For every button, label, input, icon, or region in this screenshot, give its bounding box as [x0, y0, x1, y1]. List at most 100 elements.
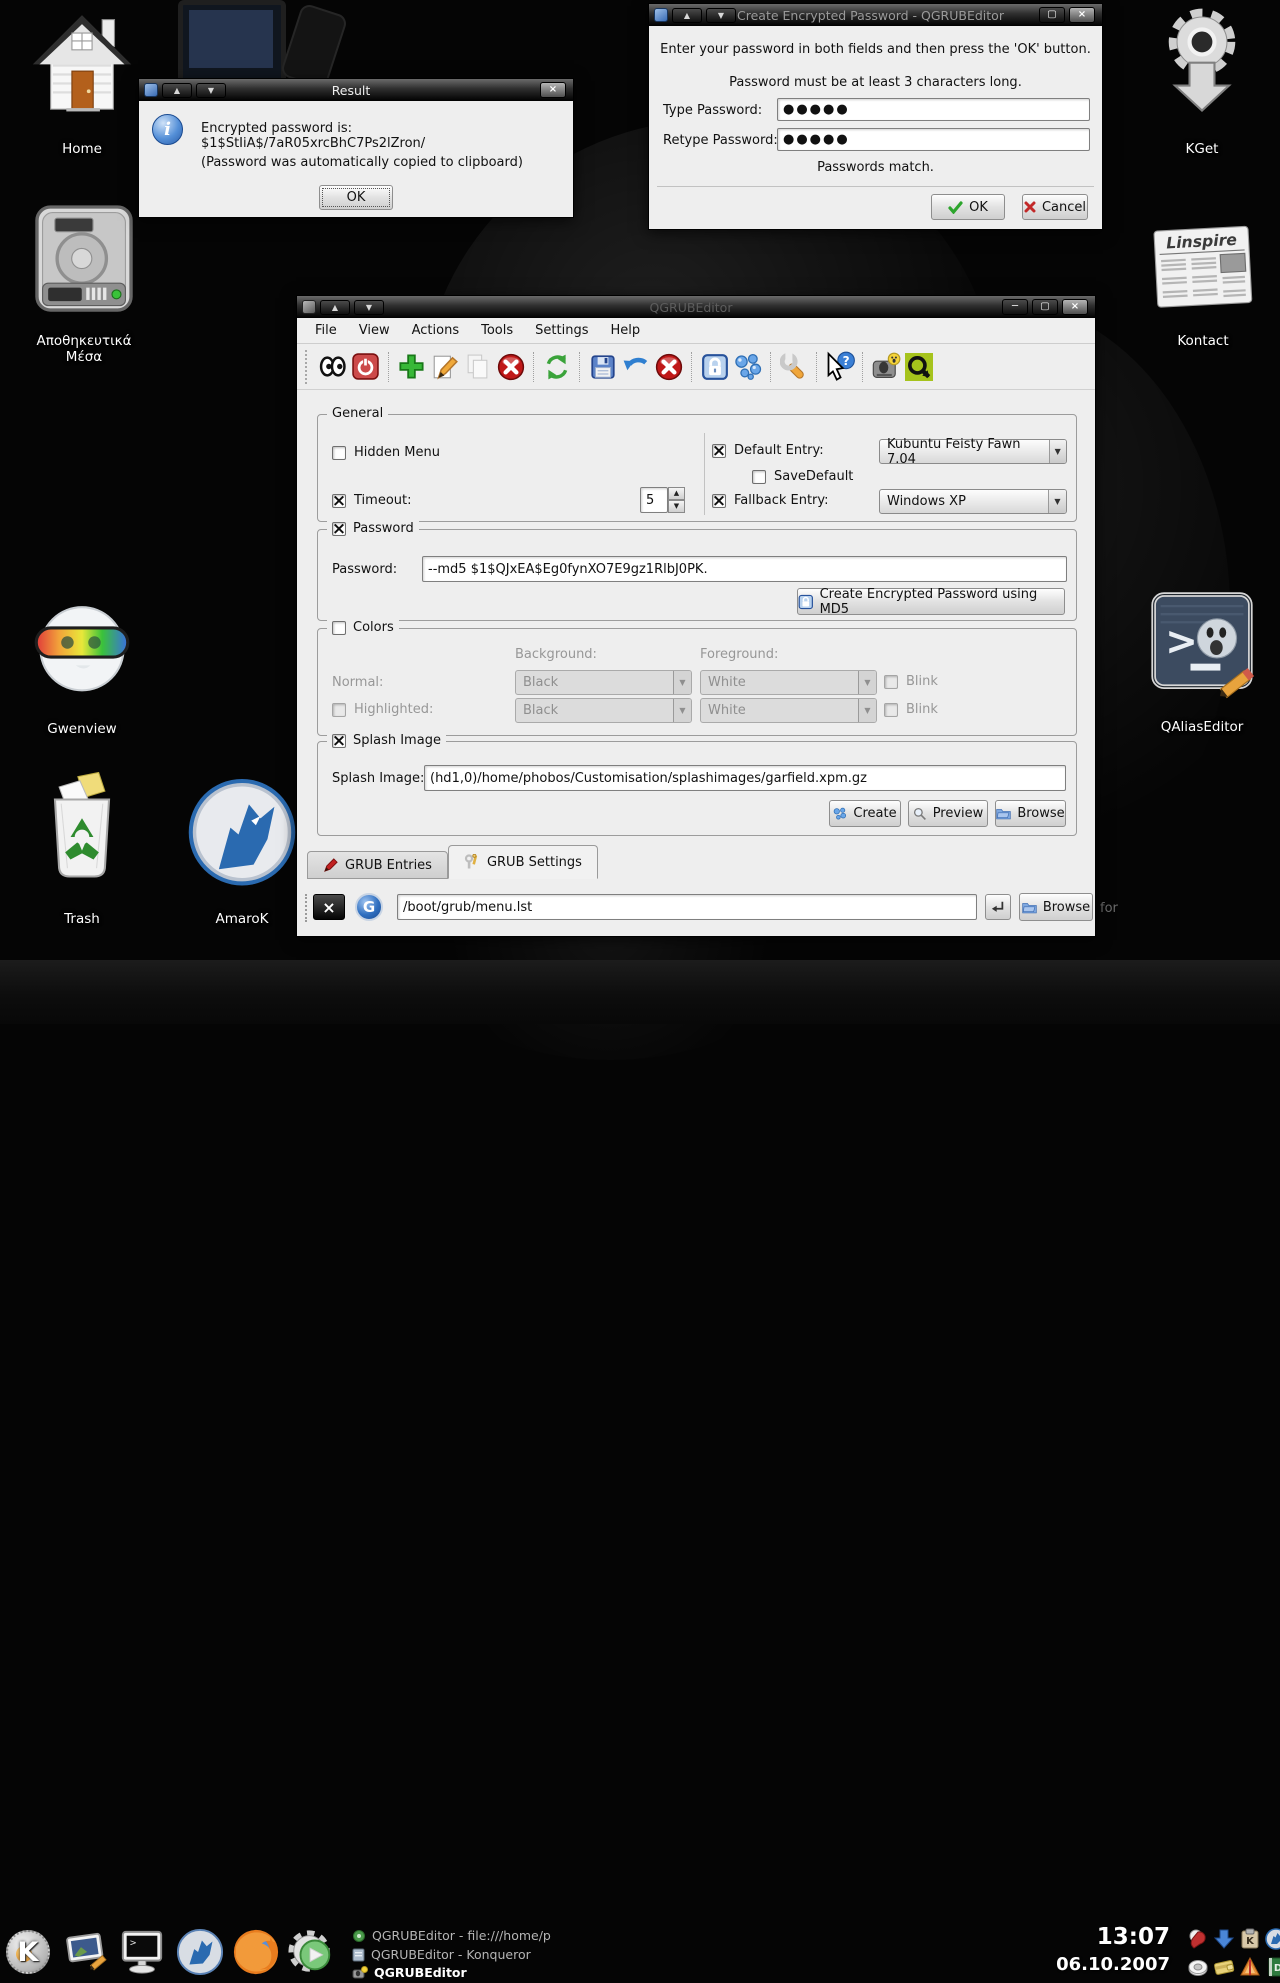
- shade-button[interactable]: ▲: [672, 8, 702, 23]
- default-entry-row: Default Entry:: [712, 443, 824, 458]
- menu-view[interactable]: View: [349, 320, 400, 341]
- close-button[interactable]: ×: [1062, 299, 1088, 315]
- maximize-button[interactable]: ▢: [1032, 299, 1058, 315]
- splash-browse-button[interactable]: Browse: [995, 800, 1066, 827]
- encrypted-password-lock-icon[interactable]: [698, 350, 731, 384]
- device-alias-icon[interactable]: [869, 350, 902, 384]
- launcher-firefox[interactable]: [232, 1928, 280, 1976]
- fallback-entry-combo[interactable]: Windows XP ▼: [879, 489, 1067, 514]
- clock-date[interactable]: 06.10.2007: [1020, 1954, 1170, 1975]
- cancel-button[interactable]: Cancel: [1022, 194, 1088, 220]
- tray-kopete-icon[interactable]: [1186, 1927, 1209, 1950]
- splash-image-input[interactable]: [424, 765, 1066, 791]
- titlebar[interactable]: ▲ ▼ Result ×: [139, 79, 573, 101]
- discard-icon[interactable]: [652, 350, 685, 384]
- desktop-icon-home[interactable]: Home: [20, 6, 144, 157]
- hidden-menu-label: Hidden Menu: [354, 445, 440, 460]
- titlebar[interactable]: ▲ ▼ QGRUBEditor ─ ▢ ×: [297, 296, 1095, 318]
- spin-up-icon[interactable]: ▲: [668, 487, 685, 500]
- launcher-konsole[interactable]: >: [118, 1928, 166, 1976]
- qgrubeditor-logo-icon[interactable]: [902, 350, 935, 384]
- close-button[interactable]: ×: [1069, 7, 1095, 23]
- close-button[interactable]: ×: [540, 82, 566, 98]
- launcher-desktop-edit[interactable]: [62, 1928, 110, 1976]
- filebar-handle[interactable]: [305, 894, 311, 922]
- splash-image-group-checkbox[interactable]: [332, 734, 346, 748]
- configure-wrench-icon[interactable]: [777, 350, 810, 384]
- refresh-icon[interactable]: [540, 350, 573, 384]
- maximize-button[interactable]: ▢: [1039, 7, 1065, 23]
- password-input[interactable]: [422, 556, 1067, 582]
- fallback-entry-checkbox[interactable]: [712, 494, 726, 508]
- splash-create-button[interactable]: Create: [829, 800, 901, 827]
- tray-kmix-icon[interactable]: [1186, 1955, 1209, 1978]
- task-qgrubeditor-konqueror[interactable]: QGRUBEditor - Konqueror: [352, 1945, 602, 1964]
- savedefault-checkbox[interactable]: [752, 470, 766, 484]
- document-icon: [352, 1948, 365, 1962]
- add-entry-icon[interactable]: [395, 350, 428, 384]
- clock-time[interactable]: 13:07: [1020, 1924, 1170, 1950]
- load-file-button[interactable]: [985, 894, 1011, 920]
- whats-this-icon[interactable]: ?: [823, 350, 856, 384]
- titlebar[interactable]: ▲ ▼ Create Encrypted Password - QGRUBEdi…: [649, 4, 1102, 26]
- shade-button[interactable]: ▲: [162, 83, 192, 98]
- desktop-icon-amarok[interactable]: AmaroK: [178, 772, 306, 927]
- spin-down-icon[interactable]: ▼: [668, 500, 685, 513]
- retype-password-input[interactable]: [777, 128, 1090, 151]
- desktop-icon-gwenview[interactable]: Gwenview: [20, 596, 144, 737]
- create-encrypted-password-button[interactable]: Create Encrypted Password using MD5: [797, 588, 1065, 615]
- launcher-system-globe[interactable]: [288, 1928, 336, 1976]
- task-qgrubeditor-active[interactable]: QGRUBEditor: [352, 1963, 602, 1982]
- desktop-icon-trash[interactable]: Trash: [20, 772, 144, 927]
- ok-button[interactable]: OK: [319, 185, 393, 210]
- tray-alarm-icon[interactable]: [1238, 1955, 1261, 1978]
- hidden-menu-checkbox[interactable]: [332, 446, 346, 460]
- task-qgrubeditor-file[interactable]: QGRUBEditor - file:///home/p: [352, 1926, 602, 1945]
- save-icon[interactable]: [586, 350, 619, 384]
- chevron-down-icon[interactable]: ▼: [1048, 490, 1066, 513]
- return-arrow-icon: [991, 900, 1005, 914]
- tray-kget-icon[interactable]: [1212, 1927, 1235, 1950]
- timeout-checkbox[interactable]: [332, 494, 346, 508]
- tray-dictionary-icon[interactable]: D: [1264, 1955, 1280, 1978]
- desktop-icon-kontact[interactable]: Linspire Kontact: [1140, 212, 1266, 349]
- shade-button[interactable]: ▲: [320, 300, 350, 315]
- splash-bubbles-icon[interactable]: [731, 350, 764, 384]
- revert-icon[interactable]: [619, 350, 652, 384]
- default-entry-value: Kubuntu Feisty Fawn 7.04: [887, 437, 1049, 467]
- desktop-icon-kget[interactable]: KGet: [1140, 6, 1264, 157]
- edit-entry-icon[interactable]: [428, 350, 461, 384]
- shutdown-icon[interactable]: [349, 350, 382, 384]
- splash-preview-button[interactable]: Preview: [908, 800, 988, 827]
- tray-klipper-icon[interactable]: K: [1238, 1927, 1261, 1950]
- menu-tools[interactable]: Tools: [471, 320, 523, 341]
- desktop-icon-qaliaseditor[interactable]: > QAliasEditor: [1138, 590, 1266, 735]
- chevron-down-icon[interactable]: ▼: [1049, 440, 1066, 463]
- menu-help[interactable]: Help: [600, 320, 650, 341]
- menu-file[interactable]: File: [305, 320, 347, 341]
- close-file-button[interactable]: ×: [313, 894, 345, 920]
- timeout-value[interactable]: 5: [640, 487, 668, 513]
- tray-kwallet-icon[interactable]: [1212, 1955, 1235, 1978]
- tab-grub-entries[interactable]: GRUB Entries: [307, 851, 448, 879]
- timeout-spinbox[interactable]: 5 ▲▼: [640, 487, 685, 513]
- tab-grub-settings[interactable]: GRUB Settings: [448, 845, 598, 879]
- default-entry-combo[interactable]: Kubuntu Feisty Fawn 7.04 ▼: [879, 439, 1067, 464]
- password-group-checkbox[interactable]: [332, 522, 346, 536]
- toolbar-handle[interactable]: [305, 350, 312, 384]
- ok-button[interactable]: OK: [931, 194, 1005, 220]
- type-password-input[interactable]: [777, 98, 1090, 121]
- colors-group-checkbox[interactable]: [332, 621, 346, 635]
- desktop-icon-storage-media[interactable]: Αποθηκευτικά Μέσα: [18, 200, 150, 365]
- eyes-icon[interactable]: [316, 350, 349, 384]
- tray-amarok-icon[interactable]: [1264, 1927, 1280, 1950]
- menu-lst-path-input[interactable]: [397, 894, 977, 920]
- menu-actions[interactable]: Actions: [402, 320, 470, 341]
- default-entry-checkbox[interactable]: [712, 444, 726, 458]
- delete-entry-icon[interactable]: [494, 350, 527, 384]
- copy-entry-icon[interactable]: [461, 350, 494, 384]
- launcher-linspire[interactable]: [176, 1928, 224, 1976]
- kmenu-button[interactable]: K: [4, 1928, 52, 1976]
- browse-menu-lst-button[interactable]: Browse: [1019, 893, 1093, 921]
- menu-settings[interactable]: Settings: [525, 320, 598, 341]
